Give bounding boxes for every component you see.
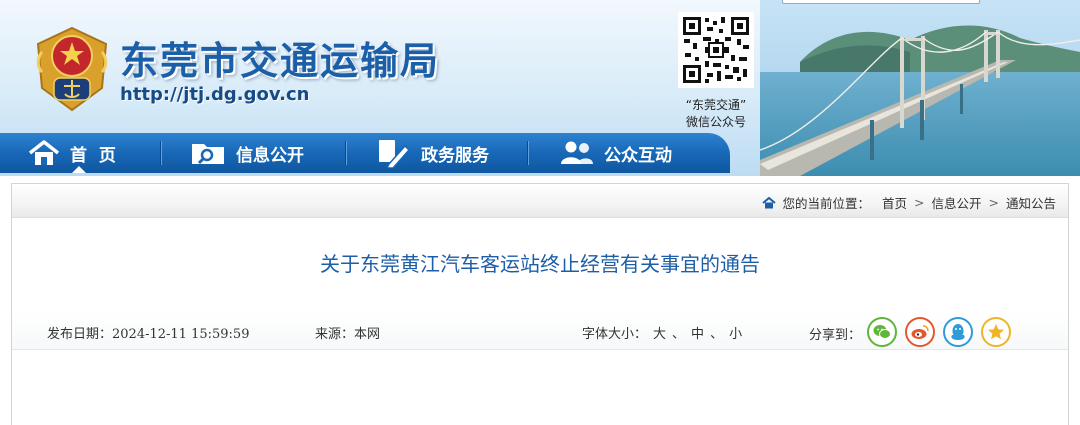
active-nav-indicator — [72, 166, 86, 173]
qzone-share-icon[interactable] — [981, 317, 1011, 347]
article-source: 来源：本网 — [315, 327, 381, 342]
breadcrumb-prefix: 您的当前位置： — [782, 196, 870, 211]
pen-icon — [377, 138, 411, 168]
font-size-separator: 、 — [672, 327, 686, 342]
nav-divider — [527, 141, 529, 165]
breadcrumb-separator: > — [988, 195, 999, 210]
emblem-logo — [32, 26, 112, 112]
nav-label-services: 政务服务 — [421, 145, 489, 166]
qq-share-icon[interactable] — [943, 317, 973, 347]
font-size-control: 字体大小：大、中、小 — [582, 323, 748, 342]
weibo-share-icon[interactable] — [905, 317, 935, 347]
search-icon — [190, 140, 226, 166]
qr-caption-account: “东莞交通” — [685, 98, 747, 112]
article-panel: 您的当前位置： 首页 > 信息公开 > 通知公告 关于东莞黄江汽车客运站终止经营… — [11, 183, 1069, 425]
breadcrumb-bar: 您的当前位置： 首页 > 信息公开 > 通知公告 — [12, 184, 1068, 218]
nav-item-info[interactable]: 信息公开 — [190, 133, 304, 173]
article-title: 关于东莞黄江汽车客运站终止经营有关事宜的通告 — [320, 252, 760, 276]
site-header: 东莞市交通运输局 http://jtj.dg.gov.cn “东莞交通” 微信公… — [0, 0, 1080, 176]
people-icon — [560, 140, 594, 166]
home-icon — [28, 140, 60, 166]
publish-date: 发布日期：2024-12-11 15:59:59 — [47, 327, 250, 342]
nav-item-services[interactable]: 政务服务 — [377, 133, 489, 173]
breadcrumb-link-notices[interactable]: 通知公告 — [1006, 193, 1056, 212]
site-title: 东莞市交通运输局 — [120, 39, 441, 83]
breadcrumb-separator: > — [914, 195, 925, 210]
share-label: 分享到： — [809, 328, 862, 343]
home-icon — [762, 196, 777, 209]
nav-item-interaction[interactable]: 公众互动 — [560, 133, 672, 173]
share-buttons — [867, 317, 1011, 347]
nav-label-home: 首 页 — [70, 145, 116, 166]
breadcrumb-link-home[interactable]: 首页 — [882, 193, 907, 212]
site-url[interactable]: http://jtj.dg.gov.cn — [120, 84, 309, 105]
qr-caption-type: 微信公众号 — [685, 115, 746, 129]
breadcrumb: 您的当前位置： 首页 > 信息公开 > 通知公告 — [762, 193, 1056, 212]
article-meta-bar: 发布日期：2024-12-11 15:59:59 来源：本网 字体大小：大、中、… — [12, 312, 1068, 350]
main-nav: 首 页 信息公开 政务服务 公众互动 — [0, 133, 730, 173]
wechat-qr-code — [678, 12, 754, 88]
font-size-separator: 、 — [710, 327, 724, 342]
top-search-box[interactable] — [782, 0, 980, 4]
font-size-large[interactable]: 大 — [653, 327, 666, 342]
nav-divider — [345, 141, 347, 165]
font-size-small[interactable]: 小 — [729, 327, 742, 342]
font-size-label: 字体大小： — [582, 327, 648, 342]
breadcrumb-link-info[interactable]: 信息公开 — [931, 193, 981, 212]
font-size-medium[interactable]: 中 — [691, 327, 704, 342]
wechat-share-icon[interactable] — [867, 317, 897, 347]
nav-label-info: 信息公开 — [236, 145, 304, 166]
bridge-banner-image — [760, 0, 1080, 176]
nav-divider — [160, 141, 162, 165]
nav-label-interaction: 公众互动 — [604, 145, 672, 166]
